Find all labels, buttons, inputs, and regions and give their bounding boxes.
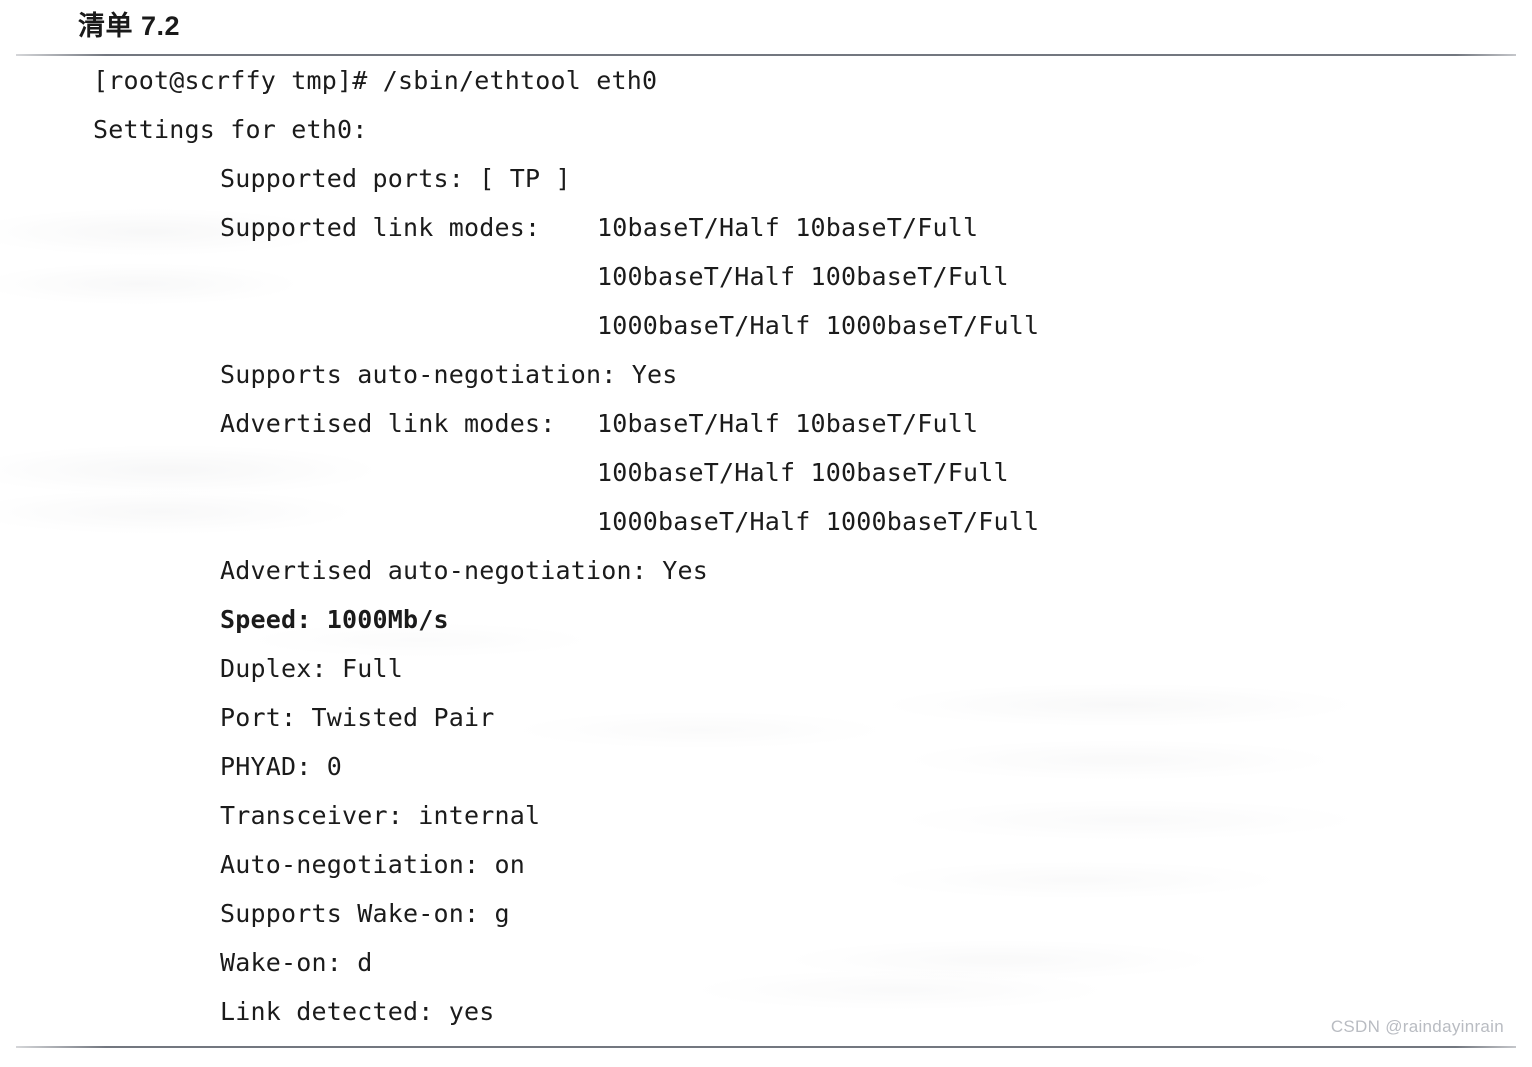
terminal-line: Wake-on: d	[0, 948, 1532, 997]
terminal-line: Supported link modes: 10baseT/Half 10base…	[0, 213, 1532, 262]
divider-bottom	[16, 1046, 1516, 1048]
terminal-line-text: 1000baseT/Half 1000baseT/Full	[597, 507, 1040, 536]
watermark: CSDN @raindayinrain	[1330, 1017, 1504, 1036]
terminal-line-text: 100baseT/Half 100baseT/Full	[597, 458, 1009, 487]
terminal-line-text: Supported ports: [ TP ]	[220, 164, 571, 193]
divider-top	[16, 54, 1516, 56]
terminal-line: 100baseT/Half 100baseT/Full	[0, 458, 1532, 507]
terminal-line-text: Port: Twisted Pair	[220, 703, 495, 732]
terminal-line-text: 1000baseT/Half 1000baseT/Full	[597, 311, 1040, 340]
terminal-line: Auto-negotiation: on	[0, 850, 1532, 899]
terminal-line: [root@scrffy tmp]# /sbin/ethtool eth0	[0, 66, 1532, 115]
terminal-line-text: 100baseT/Half 100baseT/Full	[597, 262, 1009, 291]
terminal-line: 1000baseT/Half 1000baseT/Full	[0, 311, 1532, 360]
terminal-line-text: Auto-negotiation: on	[220, 850, 526, 879]
page-title: 清单 7.2	[78, 11, 181, 41]
terminal-line-text: Advertised link modes:	[220, 409, 556, 438]
terminal-line: Link detected: yes	[0, 997, 1532, 1046]
terminal-line-text: [root@scrffy tmp]# /sbin/ethtool eth0	[93, 66, 658, 95]
terminal-line-text: Transceiver: internal	[220, 801, 541, 830]
terminal-line: Supports auto-negotiation: Yes	[0, 360, 1532, 409]
terminal-line: Supported ports: [ TP ]	[0, 164, 1532, 213]
terminal-line: Duplex: Full	[0, 654, 1532, 703]
terminal-line: Advertised link modes: 10baseT/Half 10bas…	[0, 409, 1532, 458]
terminal-line-text: PHYAD: 0	[220, 752, 343, 781]
terminal-line-text: Duplex: Full	[220, 654, 404, 683]
terminal-line-text: Link detected: yes	[220, 997, 495, 1026]
terminal-line-text: Supports Wake-on: g	[220, 899, 510, 928]
terminal-line: 1000baseT/Half 1000baseT/Full	[0, 507, 1532, 556]
terminal-line-text: Settings for eth0:	[93, 115, 368, 144]
terminal-line: Transceiver: internal	[0, 801, 1532, 850]
terminal-line: Supports Wake-on: g	[0, 899, 1532, 948]
terminal-line-text: Supported link modes:	[220, 213, 541, 242]
terminal-line-value: 10baseT/Half 10baseT/Full	[597, 213, 979, 242]
scanned-book-page: 清单 7.2 [root@scrffy tmp]# /sbin/ethtool …	[0, 0, 1532, 1067]
terminal-line-text: Wake-on: d	[220, 948, 373, 977]
terminal-line-text: Speed: 1000Mb/s	[220, 605, 449, 634]
terminal-line-value: 10baseT/Half 10baseT/Full	[597, 409, 979, 438]
terminal-line-text: Advertised auto-negotiation: Yes	[220, 556, 709, 585]
terminal-line: Speed: 1000Mb/s	[0, 605, 1532, 654]
terminal-line: PHYAD: 0	[0, 752, 1532, 801]
terminal-line-text: Supports auto-negotiation: Yes	[220, 360, 678, 389]
terminal-output-block: [root@scrffy tmp]# /sbin/ethtool eth0 Set…	[0, 66, 1532, 1046]
terminal-line: Settings for eth0:	[0, 115, 1532, 164]
terminal-line: Port: Twisted Pair	[0, 703, 1532, 752]
terminal-line: 100baseT/Half 100baseT/Full	[0, 262, 1532, 311]
terminal-line: Advertised auto-negotiation: Yes	[0, 556, 1532, 605]
